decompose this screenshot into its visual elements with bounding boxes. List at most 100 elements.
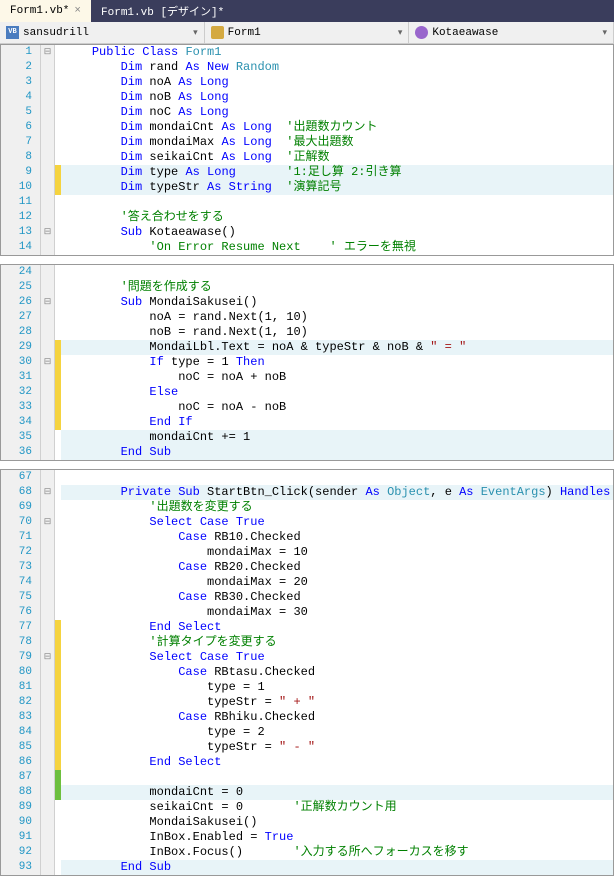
code-line[interactable]: type = 1 bbox=[61, 680, 613, 695]
code-line[interactable]: If type = 1 Then bbox=[61, 355, 613, 370]
fold-toggle bbox=[41, 370, 54, 385]
code-line[interactable]: mondaiMax = 10 bbox=[61, 545, 613, 560]
nav-label: Form1 bbox=[228, 27, 261, 39]
editor-tabs: Form1.vb*×Form1.vb [デザイン]* bbox=[0, 0, 614, 22]
code-line[interactable]: InBox.Focus() '入力する所へフォーカスを移す bbox=[61, 845, 613, 860]
fold-toggle bbox=[41, 120, 54, 135]
fold-toggle bbox=[41, 430, 54, 445]
code-line[interactable]: Dim mondaiCnt As Long '出題数カウント bbox=[61, 120, 613, 135]
line-number: 3 bbox=[1, 75, 40, 90]
code-line[interactable]: End If bbox=[61, 415, 613, 430]
nav-dropdown[interactable]: Form1 ▾ bbox=[205, 22, 410, 43]
fold-toggle[interactable]: ⊟ bbox=[41, 225, 54, 240]
code-line[interactable]: Public Class Form1 bbox=[61, 45, 613, 60]
code-line[interactable]: Select Case True bbox=[61, 515, 613, 530]
line-number: 27 bbox=[1, 310, 40, 325]
vb-icon: VB bbox=[6, 26, 19, 39]
fold-toggle[interactable]: ⊟ bbox=[41, 355, 54, 370]
code-line[interactable]: mondaiCnt = 0 bbox=[61, 785, 613, 800]
code-line[interactable]: 'On Error Resume Next ' エラーを無視 bbox=[61, 240, 613, 255]
fold-toggle[interactable]: ⊟ bbox=[41, 485, 54, 500]
line-number: 34 bbox=[1, 415, 40, 430]
source-area[interactable]: '問題を作成する Sub MondaiSakusei() noA = rand.… bbox=[61, 265, 613, 460]
code-line[interactable]: MondaiLbl.Text = noA & typeStr & noB & "… bbox=[61, 340, 613, 355]
code-line[interactable]: '計算タイプを変更する bbox=[61, 635, 613, 650]
line-gutter: 6768697071727374757677787980818283848586… bbox=[1, 470, 41, 875]
code-line[interactable] bbox=[61, 770, 613, 785]
line-number: 6 bbox=[1, 120, 40, 135]
fold-toggle[interactable]: ⊟ bbox=[41, 650, 54, 665]
line-number: 10 bbox=[1, 180, 40, 195]
code-line[interactable]: Dim mondaiMax As Long '最大出題数 bbox=[61, 135, 613, 150]
tab[interactable]: Form1.vb [デザイン]* bbox=[91, 0, 234, 22]
fold-toggle bbox=[41, 135, 54, 150]
code-line[interactable]: mondaiMax = 20 bbox=[61, 575, 613, 590]
line-number: 82 bbox=[1, 695, 40, 710]
code-line[interactable]: Case RBhiku.Checked bbox=[61, 710, 613, 725]
code-line[interactable]: mondaiMax = 30 bbox=[61, 605, 613, 620]
fold-toggle bbox=[41, 75, 54, 90]
code-line[interactable]: Sub MondaiSakusei() bbox=[61, 295, 613, 310]
code-line[interactable]: Dim type As Long '1:足し算 2:引き算 bbox=[61, 165, 613, 180]
fold-toggle bbox=[41, 470, 54, 485]
code-line[interactable]: noB = rand.Next(1, 10) bbox=[61, 325, 613, 340]
code-line[interactable]: Else bbox=[61, 385, 613, 400]
code-line[interactable]: Dim noA As Long bbox=[61, 75, 613, 90]
code-line[interactable]: Case RB20.Checked bbox=[61, 560, 613, 575]
code-line[interactable]: End Sub bbox=[61, 860, 613, 875]
chevron-down-icon: ▾ bbox=[398, 28, 403, 38]
code-line[interactable]: Sub Kotaeawase() bbox=[61, 225, 613, 240]
code-line[interactable]: Dim rand As New Random bbox=[61, 60, 613, 75]
code-line[interactable]: MondaiSakusei() bbox=[61, 815, 613, 830]
line-number: 83 bbox=[1, 710, 40, 725]
code-line[interactable]: '答え合わせをする bbox=[61, 210, 613, 225]
line-number: 78 bbox=[1, 635, 40, 650]
code-line[interactable] bbox=[61, 265, 613, 280]
class-icon bbox=[211, 26, 224, 39]
code-line[interactable]: Case RB30.Checked bbox=[61, 590, 613, 605]
fold-toggle bbox=[41, 445, 54, 460]
line-number: 85 bbox=[1, 740, 40, 755]
close-icon[interactable]: × bbox=[74, 5, 81, 17]
code-line[interactable]: noC = noA + noB bbox=[61, 370, 613, 385]
code-line[interactable]: Dim typeStr As String '演算記号 bbox=[61, 180, 613, 195]
nav-dropdown[interactable]: Kotaeawase▾ bbox=[409, 22, 614, 43]
code-line[interactable]: Case RB10.Checked bbox=[61, 530, 613, 545]
code-line[interactable]: seikaiCnt = 0 '正解数カウント用 bbox=[61, 800, 613, 815]
code-line[interactable]: type = 2 bbox=[61, 725, 613, 740]
code-line[interactable] bbox=[61, 195, 613, 210]
fold-toggle[interactable]: ⊟ bbox=[41, 515, 54, 530]
nav-dropdown[interactable]: VBsansudrill▾ bbox=[0, 22, 205, 43]
code-line[interactable]: '出題数を変更する bbox=[61, 500, 613, 515]
fold-toggle[interactable]: ⊟ bbox=[41, 295, 54, 310]
fold-toggle bbox=[41, 740, 54, 755]
fold-toggle bbox=[41, 310, 54, 325]
code-line[interactable]: InBox.Enabled = True bbox=[61, 830, 613, 845]
code-line[interactable]: Dim noB As Long bbox=[61, 90, 613, 105]
fold-toggle bbox=[41, 150, 54, 165]
fold-toggle[interactable]: ⊟ bbox=[41, 45, 54, 60]
fold-toggle bbox=[41, 590, 54, 605]
code-panel: 1234567891011121314⊟⊟ Public Class Form1… bbox=[0, 44, 614, 256]
source-area[interactable]: Private Sub StartBtn_Click(sender As Obj… bbox=[61, 470, 613, 875]
code-line[interactable]: End Select bbox=[61, 620, 613, 635]
tab[interactable]: Form1.vb*× bbox=[0, 0, 91, 22]
code-line[interactable]: End Select bbox=[61, 755, 613, 770]
code-line[interactable]: noC = noA - noB bbox=[61, 400, 613, 415]
code-line[interactable]: typeStr = " - " bbox=[61, 740, 613, 755]
code-line[interactable]: Dim seikaiCnt As Long '正解数 bbox=[61, 150, 613, 165]
code-line[interactable]: noA = rand.Next(1, 10) bbox=[61, 310, 613, 325]
code-line[interactable]: Case RBtasu.Checked bbox=[61, 665, 613, 680]
code-line[interactable]: Dim noC As Long bbox=[61, 105, 613, 120]
code-line[interactable]: '問題を作成する bbox=[61, 280, 613, 295]
code-line[interactable]: End Sub bbox=[61, 445, 613, 460]
source-area[interactable]: Public Class Form1 Dim rand As New Rando… bbox=[61, 45, 613, 255]
fold-toggle bbox=[41, 605, 54, 620]
code-line[interactable]: typeStr = " + " bbox=[61, 695, 613, 710]
code-line[interactable]: mondaiCnt += 1 bbox=[61, 430, 613, 445]
line-number: 93 bbox=[1, 860, 40, 875]
code-line[interactable]: Private Sub StartBtn_Click(sender As Obj… bbox=[61, 485, 613, 500]
code-line[interactable]: Select Case True bbox=[61, 650, 613, 665]
code-line[interactable] bbox=[61, 470, 613, 485]
fold-toggle bbox=[41, 265, 54, 280]
